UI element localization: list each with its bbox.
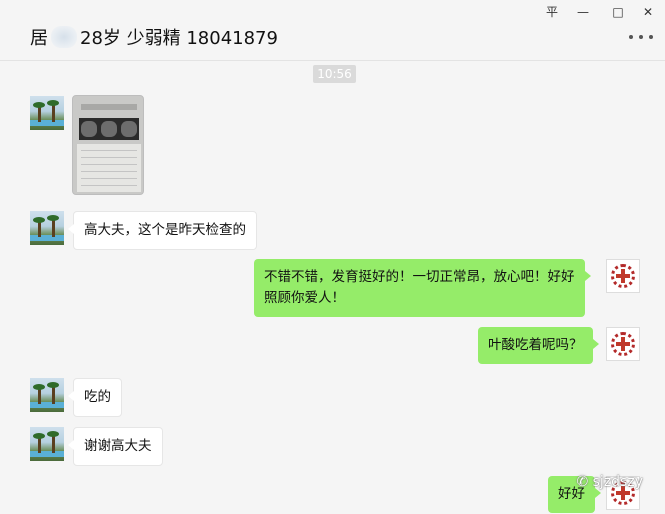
- outgoing-message[interactable]: 不错不错，发育挺好的！一切正常昂，放心吧！好好 照顾你爱人！: [254, 259, 590, 317]
- close-icon[interactable]: ✕: [638, 4, 658, 20]
- contact-avatar[interactable]: [30, 96, 64, 130]
- image-message[interactable]: [72, 95, 144, 195]
- title-bar: 居 28岁 少弱精 18041879 平 — □ ✕: [0, 0, 665, 61]
- chat-title: 居 28岁 少弱精 18041879: [30, 24, 278, 50]
- contact-avatar[interactable]: [30, 211, 64, 245]
- contact-avatar[interactable]: [30, 427, 64, 461]
- chat-title-prefix: 居: [30, 28, 48, 49]
- contact-avatar[interactable]: [30, 378, 64, 412]
- doctor-avatar[interactable]: [606, 327, 640, 361]
- blurred-name-region: [51, 26, 77, 48]
- incoming-message[interactable]: 高大夫，这个是昨天检查的: [68, 211, 257, 250]
- watermark-text: sjzdszy: [592, 474, 643, 490]
- incoming-message[interactable]: 谢谢高大夫: [68, 427, 163, 466]
- incoming-message[interactable]: 吃的: [68, 378, 122, 417]
- message-line: 不错不错，发育挺好的！一切正常昂，放心吧！好好: [264, 269, 575, 285]
- message-line: 照顾你爱人！: [264, 290, 345, 306]
- message-timestamp: 10:56: [313, 65, 356, 83]
- chat-title-suffix: 28岁 少弱精 18041879: [80, 28, 278, 49]
- doctor-avatar[interactable]: [606, 259, 640, 293]
- pin-icon[interactable]: 平: [542, 4, 562, 20]
- maximize-icon[interactable]: □: [608, 4, 628, 20]
- minimize-icon[interactable]: —: [573, 4, 593, 20]
- more-options-icon[interactable]: [629, 30, 653, 44]
- outgoing-message[interactable]: 叶酸吃着呢吗？: [478, 327, 598, 364]
- watermark: ✆ sjzdszy: [576, 474, 643, 490]
